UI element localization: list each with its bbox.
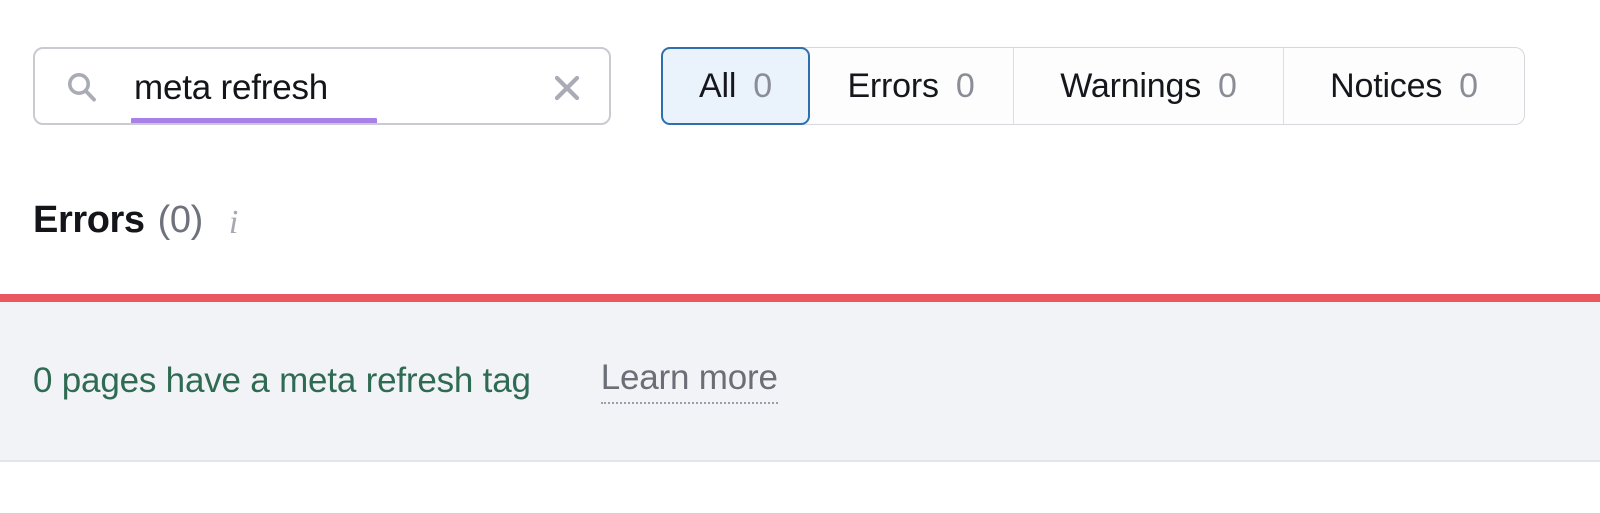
tab-all-count: 0 <box>753 66 772 105</box>
tab-errors-count: 0 <box>955 66 975 105</box>
search-input[interactable]: meta refresh <box>33 47 611 125</box>
tab-errors[interactable]: Errors 0 <box>809 48 1014 124</box>
section-heading: Errors (0) i <box>33 199 238 242</box>
tab-errors-label: Errors <box>847 66 939 105</box>
close-icon[interactable] <box>551 72 583 104</box>
tab-all-label: All <box>699 66 737 105</box>
issue-filter-tabs: All 0 Errors 0 Warnings 0 Notices 0 <box>661 47 1525 125</box>
tab-warnings[interactable]: Warnings 0 <box>1014 48 1284 124</box>
filter-toolbar: meta refresh All 0 Errors 0 Warnings 0 N… <box>0 0 1600 160</box>
issue-label[interactable]: 0 pages have a meta refresh tag <box>33 361 531 401</box>
tab-all[interactable]: All 0 <box>661 47 810 125</box>
tab-notices-count: 0 <box>1459 66 1478 105</box>
search-input-value: meta refresh <box>134 68 329 107</box>
section-count: (0) <box>157 199 204 241</box>
tab-notices[interactable]: Notices 0 <box>1284 48 1524 124</box>
severity-indicator-bar <box>0 294 1600 302</box>
tab-warnings-label: Warnings <box>1060 66 1202 105</box>
search-icon <box>65 71 99 105</box>
page-title: Errors <box>33 199 145 241</box>
tab-notices-label: Notices <box>1330 66 1443 105</box>
tab-warnings-count: 0 <box>1218 66 1237 105</box>
info-icon[interactable]: i <box>229 205 238 240</box>
list-item[interactable]: 0 pages have a meta refresh tag Learn mo… <box>0 302 1600 462</box>
learn-more-link[interactable]: Learn more <box>600 358 778 404</box>
search-input-underline <box>131 118 377 123</box>
